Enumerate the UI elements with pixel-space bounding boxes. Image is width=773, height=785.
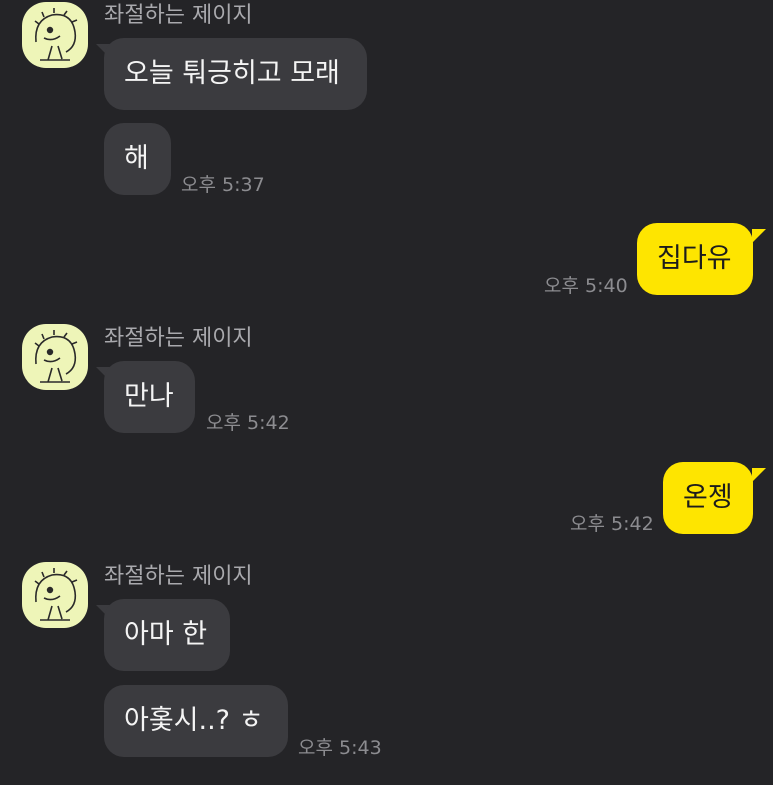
sender-name: 좌절하는 제이지	[104, 564, 253, 589]
message-bubble-sent[interactable]: 온젱	[663, 462, 753, 534]
message-timestamp: 오후 5:42	[206, 412, 290, 434]
message-bubble[interactable]: 아마 한	[104, 599, 230, 671]
cartoon-character-icon	[34, 568, 78, 621]
message-timestamp: 오후 5:40	[544, 275, 628, 297]
bubble-tail	[752, 468, 766, 482]
profile-avatar[interactable]	[22, 562, 88, 628]
sender-name: 좌절하는 제이지	[104, 326, 253, 351]
message-timestamp: 오후 5:43	[298, 737, 382, 759]
message-bubble[interactable]: 아홏시..? ㅎ	[104, 685, 288, 757]
profile-avatar[interactable]	[22, 2, 88, 68]
chat-area: 좌절하는 제이지 오늘 퉈긍히고 모래 해 오후 5:37 집다유 오후 5:4…	[0, 0, 773, 785]
message-bubble[interactable]: 오늘 퉈긍히고 모래	[104, 38, 367, 110]
message-bubble[interactable]: 만나	[104, 361, 195, 433]
message-timestamp: 오후 5:42	[570, 513, 654, 535]
sender-name: 좌절하는 제이지	[104, 3, 253, 28]
cartoon-character-icon	[34, 330, 78, 383]
message-bubble[interactable]: 해	[104, 123, 171, 195]
cartoon-character-icon	[34, 8, 78, 61]
profile-avatar[interactable]	[22, 324, 88, 390]
message-bubble-sent[interactable]: 집다유	[637, 223, 753, 295]
message-timestamp: 오후 5:37	[181, 174, 265, 196]
bubble-tail	[752, 229, 766, 243]
